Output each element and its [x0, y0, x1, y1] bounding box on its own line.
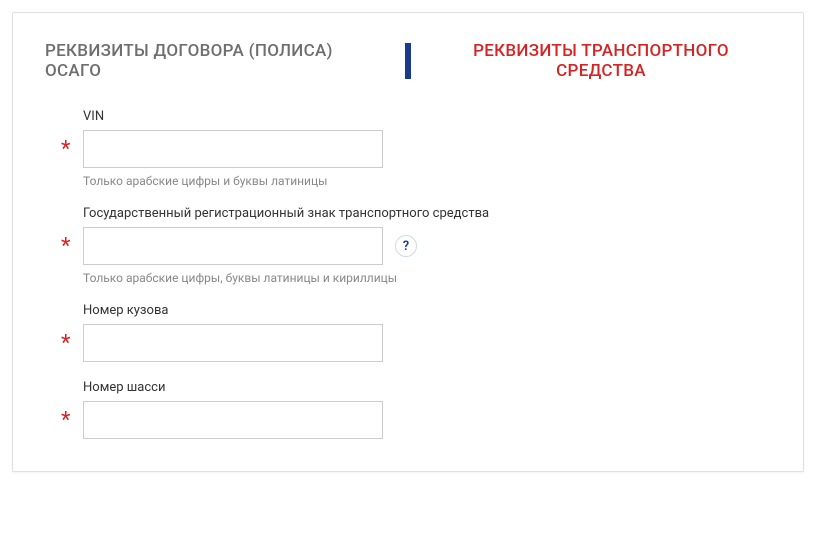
vin-input[interactable]	[83, 130, 383, 168]
tabs-container: РЕКВИЗИТЫ ДОГОВОРА (ПОЛИСА) ОСАГО РЕКВИЗ…	[45, 41, 771, 81]
vin-hint: Только арабские цифры и буквы латиницы	[83, 174, 771, 188]
regplate-hint: Только арабские цифры, буквы латиницы и …	[83, 271, 771, 285]
vin-label: VIN	[83, 109, 771, 124]
required-mark: *	[61, 408, 70, 433]
field-regplate: * Государственный регистрационный знак т…	[83, 206, 771, 285]
required-mark: *	[61, 331, 70, 356]
help-icon[interactable]: ?	[395, 235, 417, 257]
body-number-input[interactable]	[83, 324, 383, 362]
tab-vehicle-details[interactable]: РЕКВИЗИТЫ ТРАНСПОРТНОГО СРЕДСТВА	[411, 41, 771, 81]
regplate-input-row: ?	[83, 227, 771, 265]
body-number-label: Номер кузова	[83, 303, 771, 318]
regplate-label: Государственный регистрационный знак тра…	[83, 206, 771, 221]
form-card: РЕКВИЗИТЫ ДОГОВОРА (ПОЛИСА) ОСАГО РЕКВИЗ…	[12, 12, 804, 472]
field-vin: * VIN Только арабские цифры и буквы лати…	[83, 109, 771, 188]
chassis-number-input[interactable]	[83, 401, 383, 439]
field-chassis-number: * Номер шасси	[83, 380, 771, 439]
regplate-input[interactable]	[83, 227, 383, 265]
chassis-number-label: Номер шасси	[83, 380, 771, 395]
required-mark: *	[61, 137, 70, 162]
field-body-number: * Номер кузова	[83, 303, 771, 362]
required-mark: *	[61, 234, 70, 259]
tab-policy-details[interactable]: РЕКВИЗИТЫ ДОГОВОРА (ПОЛИСА) ОСАГО	[45, 41, 405, 81]
vehicle-form: * VIN Только арабские цифры и буквы лати…	[45, 109, 771, 439]
